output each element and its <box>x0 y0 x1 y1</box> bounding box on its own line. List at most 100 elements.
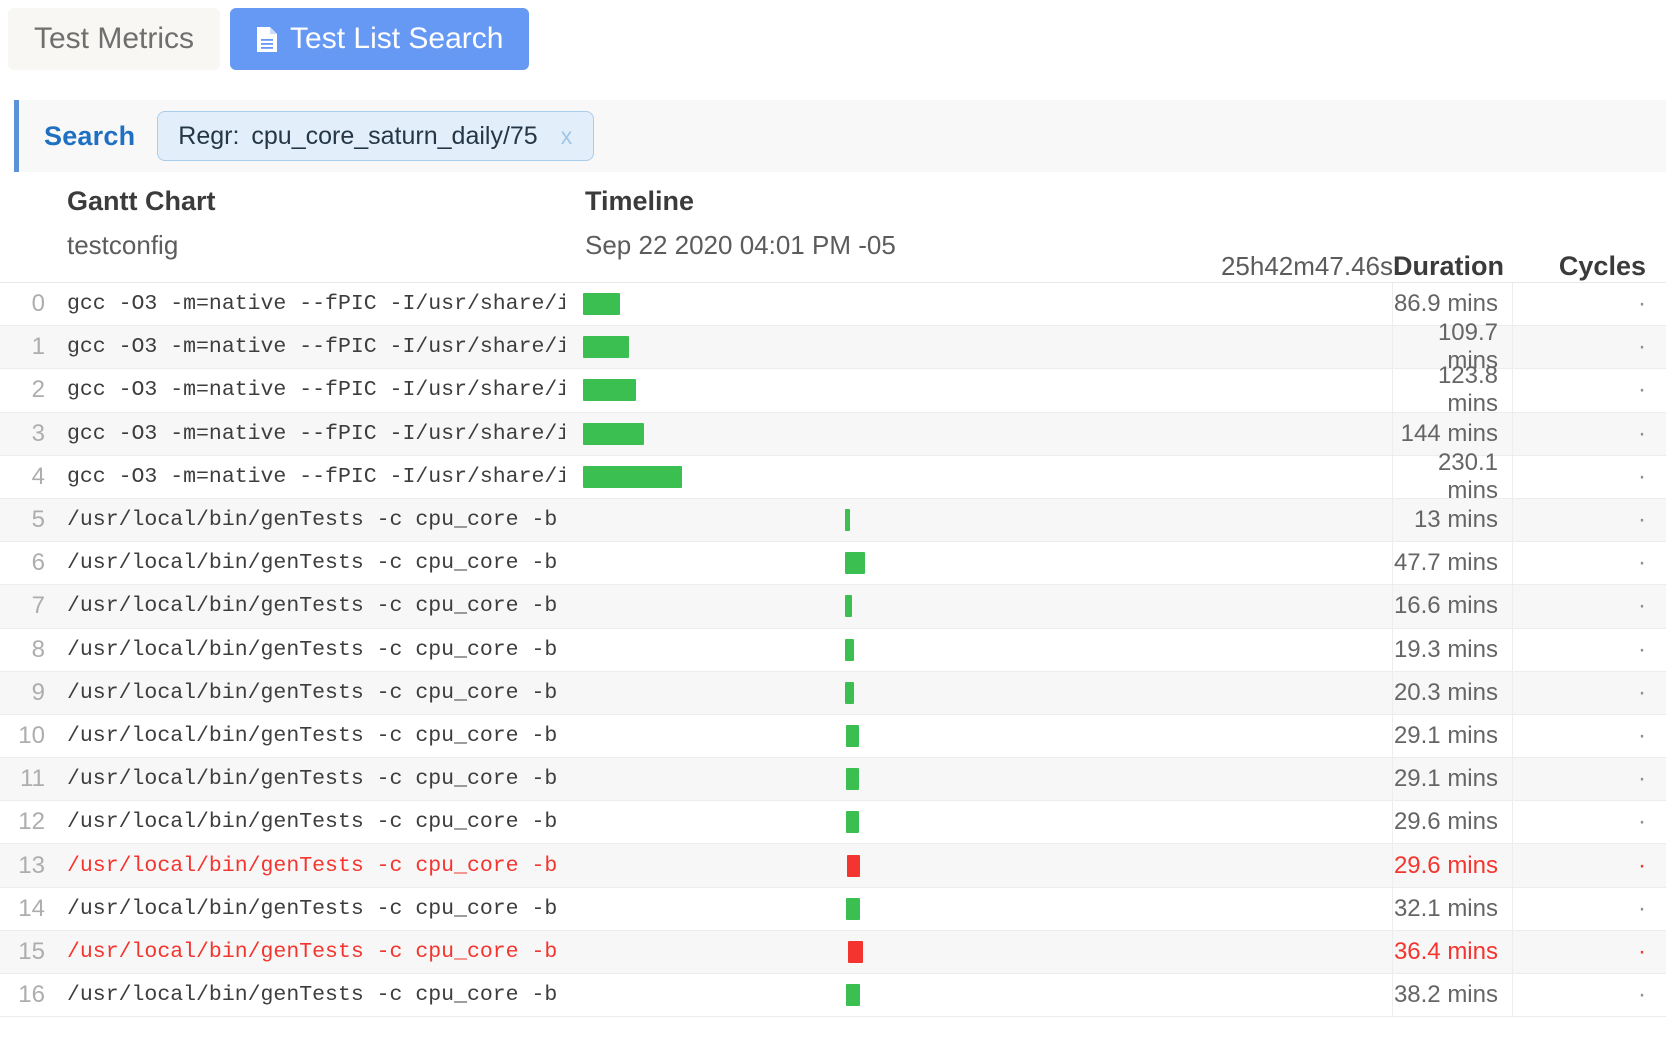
header-timeline: Timeline <box>585 186 695 216</box>
document-icon <box>256 26 278 53</box>
table-row[interactable]: 11/usr/local/bin/genTests -c cpu_core -b… <box>0 758 1666 802</box>
row-duration: 32.1 mins <box>1393 887 1513 930</box>
table-row[interactable]: 8/usr/local/bin/genTests -c cpu_core -b … <box>0 628 1666 672</box>
table-row[interactable]: 5/usr/local/bin/genTests -c cpu_core -b … <box>0 498 1666 543</box>
row-cycles: · <box>1638 981 1646 1009</box>
row-testconfig[interactable]: /usr/local/bin/genTests -c cpu_core -b B… <box>45 854 565 878</box>
row-index: 4 <box>31 462 45 490</box>
table-row[interactable]: 7/usr/local/bin/genTests -c cpu_core -b … <box>0 585 1666 629</box>
row-timeline <box>565 671 1393 714</box>
gantt-bar[interactable] <box>583 422 645 445</box>
gantt-bar[interactable] <box>583 293 621 316</box>
row-testconfig[interactable]: gcc -O3 -m=native --fPIC -I/usr/share/in… <box>45 292 565 316</box>
header-timeline-start: Sep 22 2020 04:01 PM -05 <box>585 230 896 260</box>
table-header: Gantt Chart testconfig Timeline Sep 22 2… <box>0 172 1666 282</box>
row-cycles: · <box>1638 462 1646 490</box>
table-row[interactable]: 15/usr/local/bin/genTests -c cpu_core -b… <box>0 930 1666 974</box>
row-testconfig[interactable]: /usr/local/bin/genTests -c cpu_core -b B… <box>45 638 565 662</box>
row-timeline <box>565 758 1393 801</box>
search-filter-chip[interactable]: Regr: cpu_core_saturn_daily/75 x <box>157 111 595 161</box>
row-testconfig[interactable]: /usr/local/bin/genTests -c cpu_core -b B… <box>45 810 565 834</box>
row-testconfig[interactable]: /usr/local/bin/genTests -c cpu_core -b B… <box>45 551 565 575</box>
row-cycles: · <box>1638 290 1646 318</box>
table-row[interactable]: 9/usr/local/bin/genTests -c cpu_core -b … <box>0 671 1666 715</box>
gantt-bar[interactable] <box>845 638 854 661</box>
row-cycles: · <box>1638 333 1646 361</box>
row-cycles: · <box>1638 376 1646 404</box>
row-index: 16 <box>18 981 45 1009</box>
gantt-bar[interactable] <box>846 984 861 1007</box>
table-row[interactable]: 6/usr/local/bin/genTests -c cpu_core -b … <box>0 542 1666 586</box>
table-row[interactable]: 12/usr/local/bin/genTests -c cpu_core -b… <box>0 801 1666 845</box>
row-timeline <box>565 844 1393 887</box>
gantt-bar[interactable] <box>846 897 860 920</box>
row-testconfig[interactable]: /usr/local/bin/genTests -c cpu_core -b B… <box>45 983 565 1007</box>
header-gantt-chart: Gantt Chart <box>67 186 216 216</box>
row-testconfig[interactable]: gcc -O3 -m=native --fPIC -I/usr/share/in… <box>45 422 565 446</box>
header-testconfig: testconfig <box>67 230 179 260</box>
row-duration: 123.8 mins <box>1393 362 1513 417</box>
gantt-bar[interactable] <box>845 681 855 704</box>
gantt-bar[interactable] <box>846 724 859 747</box>
search-chip-prefix: Regr: <box>178 121 240 150</box>
gantt-bar[interactable] <box>846 811 859 834</box>
gantt-bar[interactable] <box>583 336 630 359</box>
row-cycles: · <box>1638 635 1646 663</box>
table-row[interactable]: 2 gcc -O3 -m=native --fPIC -I/usr/share/i… <box>0 362 1666 417</box>
row-testconfig[interactable]: /usr/local/bin/genTests -c cpu_core -b B… <box>45 508 565 532</box>
row-timeline <box>565 455 1393 498</box>
table-row[interactable]: 16/usr/local/bin/genTests -c cpu_core -b… <box>0 974 1666 1018</box>
row-cycles: · <box>1638 592 1646 620</box>
row-timeline <box>565 714 1393 758</box>
tab-test-list-search[interactable]: Test List Search <box>230 8 530 70</box>
row-testconfig[interactable]: /usr/local/bin/genTests -c cpu_core -b B… <box>45 681 565 705</box>
gantt-bar[interactable] <box>844 595 852 618</box>
gantt-bar[interactable] <box>583 379 637 402</box>
row-testconfig[interactable]: /usr/local/bin/genTests -c cpu_core -b B… <box>45 940 565 964</box>
header-duration[interactable]: Duration <box>1393 251 1513 282</box>
row-index: 2 <box>31 376 45 404</box>
row-index: 10 <box>18 721 45 749</box>
row-cycles: · <box>1638 549 1646 577</box>
search-label: Search <box>44 120 136 151</box>
row-testconfig[interactable]: /usr/local/bin/genTests -c cpu_core -b B… <box>45 594 565 618</box>
row-testconfig[interactable]: /usr/local/bin/genTests -c cpu_core -b B… <box>45 767 565 791</box>
row-testconfig[interactable]: gcc -O3 -m=native --fPIC -I/usr/share/in… <box>45 378 565 402</box>
row-timeline <box>565 887 1393 930</box>
row-testconfig[interactable]: /usr/local/bin/genTests -c cpu_core -b B… <box>45 897 565 921</box>
search-bar: Search Regr: cpu_core_saturn_daily/75 x <box>14 100 1666 172</box>
row-testconfig[interactable]: /usr/local/bin/genTests -c cpu_core -b B… <box>45 724 565 748</box>
row-cycles: · <box>1638 808 1646 836</box>
row-timeline <box>565 283 1393 326</box>
row-index: 6 <box>31 549 45 577</box>
row-duration: 16.6 mins <box>1393 585 1513 628</box>
gantt-bar[interactable] <box>847 854 860 877</box>
gantt-bar[interactable] <box>844 509 851 532</box>
table-row[interactable]: 14/usr/local/bin/genTests -c cpu_core -b… <box>0 887 1666 931</box>
row-duration: 36.4 mins <box>1393 930 1513 973</box>
row-index: 7 <box>31 592 45 620</box>
row-timeline <box>565 412 1393 455</box>
row-index: 9 <box>31 678 45 706</box>
table-row[interactable]: 13/usr/local/bin/genTests -c cpu_core -b… <box>0 844 1666 888</box>
row-duration: 19.3 mins <box>1393 628 1513 671</box>
table-row[interactable]: 4 gcc -O3 -m=native --fPIC -I/usr/share/i… <box>0 449 1666 504</box>
gantt-bar[interactable] <box>847 940 864 963</box>
row-testconfig[interactable]: gcc -O3 -m=native --fPIC -I/usr/share/in… <box>45 465 565 489</box>
row-timeline <box>565 628 1393 671</box>
gantt-bar[interactable] <box>846 768 859 791</box>
row-cycles: · <box>1638 721 1646 749</box>
tab-test-metrics[interactable]: Test Metrics <box>8 8 221 70</box>
gantt-bar[interactable] <box>583 465 682 488</box>
header-cycles[interactable]: Cycles <box>1513 251 1666 282</box>
row-index: 11 <box>20 765 45 793</box>
row-duration: 13 mins <box>1393 498 1513 542</box>
gantt-bar[interactable] <box>844 552 865 575</box>
row-duration: 230.1 mins <box>1393 449 1513 504</box>
row-cycles: · <box>1638 894 1646 922</box>
close-icon[interactable]: x <box>558 123 576 150</box>
table-row[interactable]: 10/usr/local/bin/genTests -c cpu_core -b… <box>0 714 1666 759</box>
row-duration: 29.6 mins <box>1393 801 1513 844</box>
row-index: 13 <box>18 851 45 879</box>
row-testconfig[interactable]: gcc -O3 -m=native --fPIC -I/usr/share/in… <box>45 335 565 359</box>
